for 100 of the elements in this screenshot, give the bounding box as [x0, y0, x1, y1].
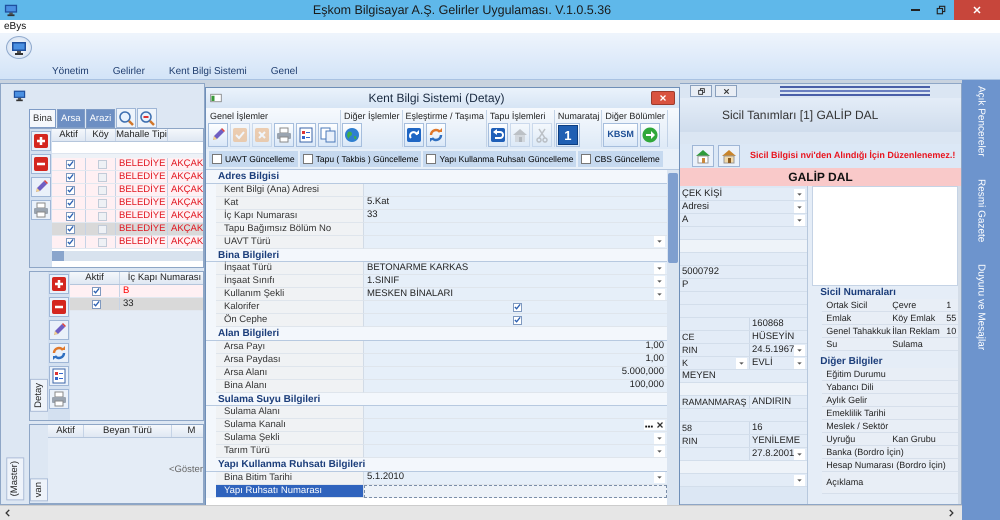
edit-button[interactable]: [31, 177, 51, 197]
property-label[interactable]: Sulama Şekli: [216, 432, 364, 445]
close-button[interactable]: [715, 85, 737, 97]
scrollbar[interactable]: [958, 186, 961, 504]
app-menu-button[interactable]: [6, 36, 32, 59]
table-row[interactable]: BELEDİYE AKÇAK: [52, 171, 203, 184]
field[interactable]: HÜSEYİN: [750, 331, 808, 343]
checkbox[interactable]: [66, 172, 74, 182]
ribbon-tab[interactable]: Gelirler: [100, 64, 157, 79]
vertical-tab[interactable]: van: [30, 478, 48, 501]
vertical-tab[interactable]: (Master): [6, 456, 24, 500]
table-row[interactable]: 33: [70, 298, 203, 311]
edit-button[interactable]: [49, 320, 69, 340]
property-value[interactable]: [364, 484, 667, 498]
field[interactable]: ANDIRIN: [750, 396, 808, 408]
property-label[interactable]: Kat: [216, 196, 364, 210]
property-label[interactable]: Bina Bitim Tarihi: [216, 472, 364, 484]
toolbar-button[interactable]: [296, 123, 316, 147]
table-row[interactable]: BELEDİYE AKÇAK: [52, 197, 203, 210]
menu-item[interactable]: eBys: [4, 21, 26, 32]
table-row[interactable]: BELEDİYE AKÇAK: [52, 158, 203, 171]
zoom-in-button[interactable]: [116, 108, 136, 128]
combo-field[interactable]: A: [680, 214, 808, 226]
delete-button[interactable]: [31, 154, 51, 174]
checkbox[interactable]: [66, 238, 74, 246]
delete-button[interactable]: [49, 297, 69, 317]
combo-field[interactable]: 24.5.1967: [750, 344, 808, 356]
property-label[interactable]: Sulama Kanalı: [216, 419, 364, 432]
property-label[interactable]: İnşaat Türü: [216, 262, 364, 275]
property-label[interactable]: Arsa Alanı: [216, 366, 364, 380]
toolbar-button[interactable]: [342, 123, 362, 147]
property-label[interactable]: Arsa Paydası: [216, 354, 364, 366]
kbsm-button[interactable]: KBSM: [603, 123, 638, 147]
combo-field[interactable]: ÇEK KİŞİ: [680, 188, 808, 200]
add-button[interactable]: [49, 274, 69, 294]
property-value[interactable]: BETONARME KARKAS: [364, 262, 667, 275]
toolbar-button[interactable]: [208, 123, 228, 147]
ribbon-tab[interactable]: Yönetim: [40, 64, 101, 79]
add-button[interactable]: [31, 131, 51, 151]
field[interactable]: YENİLEME: [750, 435, 808, 447]
update-checkbox[interactable]: Yapı Kullanma Ruhsatı Güncelleme: [423, 151, 576, 167]
refresh-button[interactable]: [49, 343, 69, 363]
property-label[interactable]: Kent Bilgi (Ana) Adresi: [216, 184, 364, 196]
scrollbar[interactable]: [52, 251, 203, 261]
print-button[interactable]: [49, 389, 69, 409]
checkbox[interactable]: [512, 302, 522, 312]
property-value[interactable]: 1,00: [364, 340, 667, 354]
combo-field[interactable]: EVLİ: [750, 357, 808, 369]
field[interactable]: MEYEN: [680, 370, 808, 382]
restore-button[interactable]: [690, 85, 712, 97]
property-label[interactable]: Kullanım Şekli: [216, 288, 364, 301]
vertical-tab[interactable]: Detay: [30, 379, 48, 412]
property-label[interactable]: Arsa Payı: [216, 340, 364, 354]
toolbar-button[interactable]: [318, 123, 338, 147]
checkbox[interactable]: [66, 198, 74, 208]
property-label[interactable]: İnşaat Sınıfı: [216, 275, 364, 288]
property-label[interactable]: İç Kapı Numarası: [216, 210, 364, 222]
close-button[interactable]: [651, 91, 675, 105]
property-value[interactable]: 33: [364, 210, 667, 222]
toolbar-button[interactable]: [640, 123, 660, 147]
toolbar-button[interactable]: [404, 123, 424, 147]
field[interactable]: 5000792: [680, 266, 808, 278]
home-button[interactable]: [718, 145, 740, 167]
property-value[interactable]: 5.Kat: [364, 196, 667, 210]
checkbox[interactable]: [92, 300, 100, 308]
print-button[interactable]: [31, 200, 51, 220]
checkbox[interactable]: [512, 316, 522, 324]
table-row[interactable]: BELEDİYE AKÇAK: [52, 210, 203, 223]
property-value[interactable]: 5.000,000: [364, 366, 667, 380]
property-value[interactable]: 1,00: [364, 354, 667, 366]
zoom-out-button[interactable]: [137, 108, 158, 128]
table-row[interactable]: BELEDİYE AKÇAK: [52, 236, 203, 249]
property-label[interactable]: Yapı Ruhsatı Numarası: [216, 484, 364, 498]
number-button[interactable]: 1: [556, 123, 580, 147]
property-label[interactable]: Bina Alanı: [216, 380, 364, 392]
property-value[interactable]: 1.SINIF: [364, 275, 667, 288]
scrollbar[interactable]: [667, 170, 679, 505]
property-label[interactable]: Ön Cephe: [216, 314, 364, 327]
update-checkbox[interactable]: UAVT Güncelleme: [209, 151, 298, 167]
property-value[interactable]: 100,000: [364, 380, 667, 392]
toolbar-button[interactable]: [274, 123, 294, 147]
toolbar-button[interactable]: [488, 123, 508, 147]
property-label[interactable]: Kalorifer: [216, 301, 364, 314]
property-label[interactable]: Tapu Bağımsız Bölüm No: [216, 222, 364, 236]
checkbox[interactable]: [66, 186, 74, 194]
field[interactable]: P: [680, 279, 808, 291]
toolbar-button[interactable]: [426, 123, 446, 147]
ribbon-tab[interactable]: Genel: [258, 64, 310, 79]
field[interactable]: 16: [750, 422, 808, 434]
checkbox[interactable]: [92, 286, 100, 296]
update-checkbox[interactable]: CBS Güncelleme: [578, 151, 663, 167]
property-label[interactable]: UAVT Türü: [216, 236, 364, 248]
update-checkbox[interactable]: Tapu ( Takbis ) Güncelleme: [300, 151, 422, 167]
home-button[interactable]: [692, 145, 714, 167]
property-value[interactable]: MESKEN BİNALARI: [364, 288, 667, 301]
checkbox[interactable]: [66, 224, 74, 234]
property-label[interactable]: Tarım Türü: [216, 445, 364, 458]
combo-field[interactable]: Adresi: [680, 201, 808, 213]
checkbox[interactable]: [66, 212, 74, 220]
ribbon-tab[interactable]: Kent Bilgi Sistemi: [156, 64, 259, 79]
